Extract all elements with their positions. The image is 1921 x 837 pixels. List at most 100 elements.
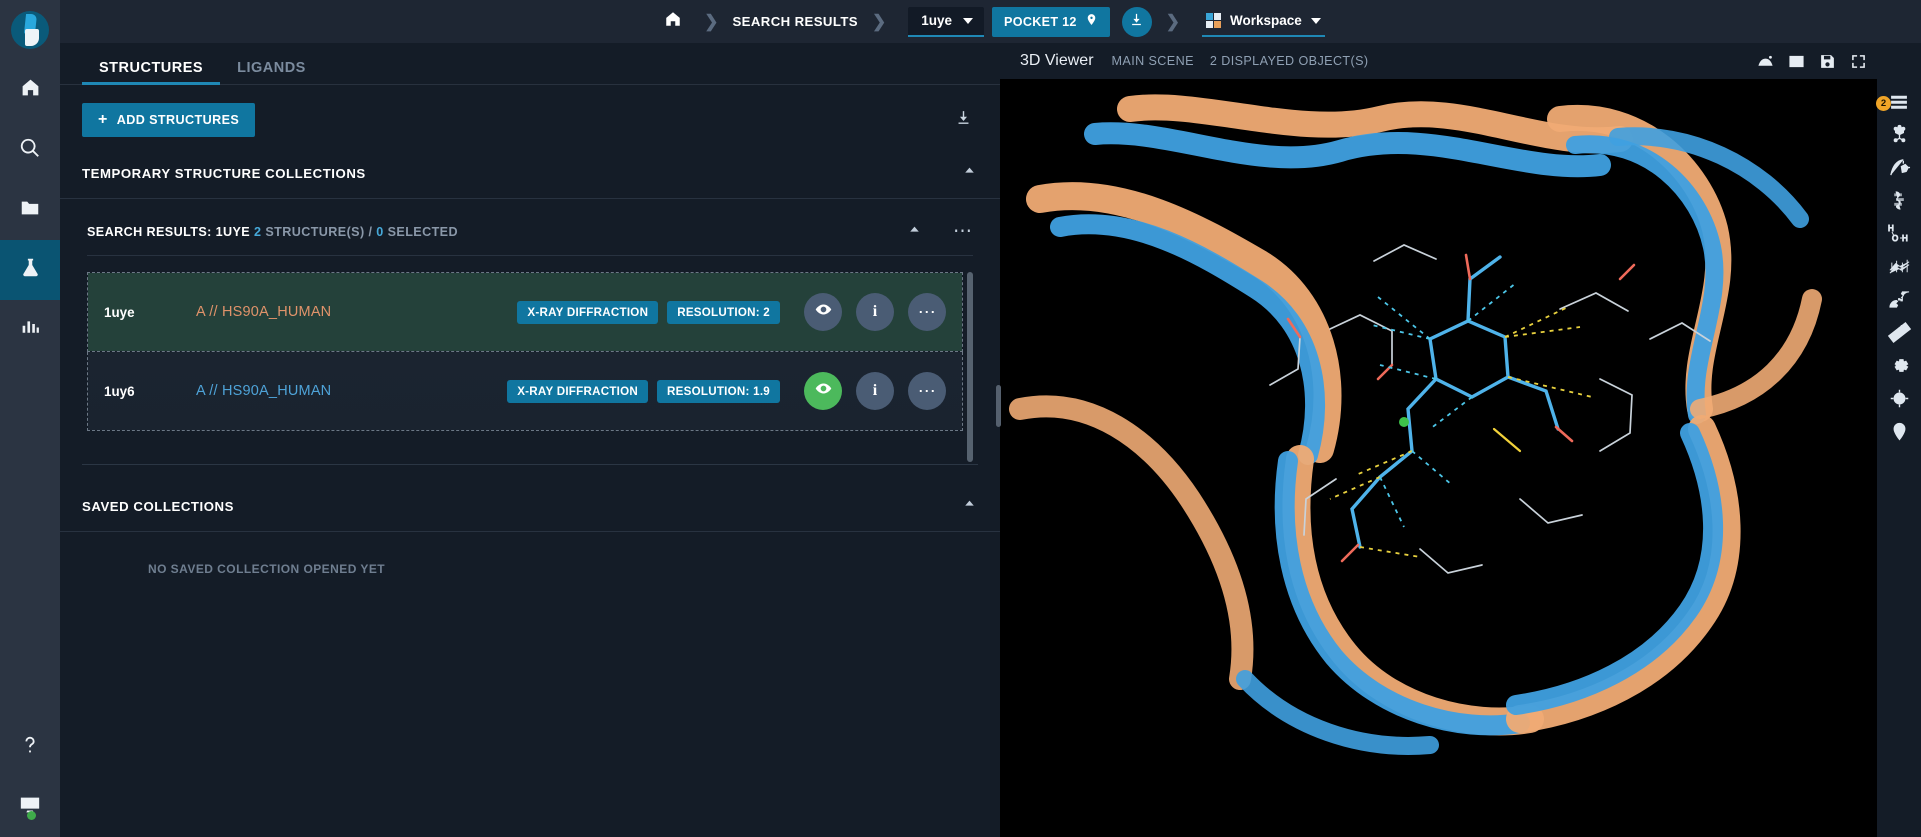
app-logo[interactable]	[0, 0, 60, 60]
chevron-down-icon	[1310, 17, 1321, 24]
tab-ligands-label: LIGANDS	[237, 60, 306, 76]
chevron-up-icon[interactable]	[906, 221, 923, 243]
tab-ligands[interactable]: LIGANDS	[220, 60, 323, 84]
left-navigation-rail	[0, 0, 60, 837]
molecule-canvas[interactable]	[1000, 79, 1921, 837]
status-badge: X-RAY DIFFRACTION	[517, 300, 659, 324]
workspace-label: Workspace	[1229, 13, 1302, 28]
toggle-visibility-button[interactable]	[804, 293, 842, 331]
panel-resize-handle[interactable]	[996, 385, 1001, 427]
svg-text:H: H	[1888, 224, 1894, 233]
rail-item-lab[interactable]	[0, 240, 60, 300]
chevron-down-icon	[963, 17, 974, 24]
protein-rendering	[1000, 79, 1921, 837]
page-title: 3D Viewer	[1020, 52, 1094, 69]
toggle-visibility-button[interactable]	[804, 372, 842, 410]
rail-item-projects[interactable]	[0, 180, 60, 240]
tab-structures-label: STRUCTURES	[99, 60, 204, 76]
panel-download-button[interactable]	[949, 103, 978, 137]
group-structure-count: 2	[254, 225, 262, 239]
group-structure-count-label: STRUCTURE(S) /	[265, 225, 373, 239]
info-button[interactable]: i	[856, 293, 894, 331]
viewer-header: 3D Viewer MAIN SCENE 2 DISPLAYED OBJECT(…	[1000, 43, 1921, 79]
water-hbond-icon[interactable]: H O H	[1877, 217, 1921, 250]
contacts-icon[interactable]	[1877, 283, 1921, 316]
structure-chain: A // HS90A_HUMAN	[196, 304, 332, 320]
structure-select-value: 1uye	[921, 13, 953, 28]
home-icon	[664, 10, 682, 33]
eye-icon	[815, 301, 832, 323]
download-button[interactable]	[1121, 6, 1152, 37]
viewer-scene-label: MAIN SCENE	[1111, 54, 1194, 68]
table-row-wrapper: 1uy6 A // HS90A_HUMAN X-RAY DIFFRACTION …	[87, 352, 963, 431]
rail-item-display[interactable]	[0, 777, 60, 837]
pocket-chip[interactable]: POCKET 12	[992, 6, 1110, 37]
chevron-up-icon[interactable]	[961, 162, 978, 184]
fullscreen-icon[interactable]	[1850, 53, 1867, 70]
breadcrumb-search-results[interactable]: SEARCH RESULTS	[732, 14, 858, 29]
eye-icon	[815, 380, 832, 402]
panel-actions-row: + ADD STRUCTURES	[60, 85, 1000, 137]
row-more-button[interactable]: ⋯	[908, 293, 946, 331]
breadcrumb-home-button[interactable]	[656, 7, 690, 37]
table-row[interactable]: 1uye A // HS90A_HUMAN X-RAY DIFFRACTION …	[88, 273, 962, 351]
add-structures-label: ADD STRUCTURES	[116, 113, 240, 127]
rail-item-home[interactable]	[0, 60, 60, 120]
ruler-icon[interactable]	[1877, 316, 1921, 349]
structure-badges: X-RAY DIFFRACTION RESOLUTION: 2	[517, 300, 780, 324]
rows-scrollbar[interactable]	[967, 272, 973, 462]
status-badge: RESOLUTION: 1.9	[657, 379, 780, 403]
breadcrumb-separator-icon: ❯	[704, 11, 719, 31]
pocket-pin-icon[interactable]	[1877, 415, 1921, 448]
structure-id: 1uy6	[104, 383, 135, 399]
workspace-select[interactable]: Workspace	[1201, 7, 1325, 37]
viewer-notification-badge: 2	[1876, 96, 1891, 111]
group-actions: ⋯	[906, 221, 973, 243]
ribbon-icon[interactable]	[1877, 184, 1921, 217]
group-title-text: SEARCH RESULTS: 1UYE	[87, 225, 251, 239]
structure-badges: X-RAY DIFFRACTION RESOLUTION: 1.9	[507, 379, 780, 403]
temporary-collections-title: TEMPORARY STRUCTURE COLLECTIONS	[82, 165, 366, 181]
viewer-header-actions	[1757, 53, 1921, 70]
info-button[interactable]: i	[856, 372, 894, 410]
surface-grid-icon[interactable]	[1877, 250, 1921, 283]
ellipsis-icon[interactable]: ⋯	[953, 222, 973, 241]
flask-icon	[20, 257, 41, 283]
download-icon	[955, 111, 972, 130]
status-badge: X-RAY DIFFRACTION	[507, 379, 649, 403]
add-structures-button[interactable]: + ADD STRUCTURES	[82, 103, 256, 137]
search-results-group: SEARCH RESULTS: 1UYE 2 STRUCTURE(S) / 0 …	[60, 199, 1000, 462]
group-selected-label: SELECTED	[387, 225, 458, 239]
table-row-wrapper: 1uye A // HS90A_HUMAN X-RAY DIFFRACTION …	[87, 272, 963, 352]
breadcrumb: ❯ SEARCH RESULTS ❯ 1uye POCKET 12 ❯ Work…	[656, 6, 1325, 37]
chevron-up-icon[interactable]	[961, 495, 978, 517]
row-more-button[interactable]: ⋯	[908, 372, 946, 410]
save-icon[interactable]	[1819, 53, 1836, 70]
image-export-icon[interactable]	[1788, 53, 1805, 70]
panel-tabs: STRUCTURES LIGANDS	[60, 43, 1000, 85]
application-root: ❯ SEARCH RESULTS ❯ 1uye POCKET 12 ❯ Work…	[0, 0, 1921, 837]
plus-icon: +	[98, 111, 108, 128]
ligand-interaction-icon[interactable]	[1877, 151, 1921, 184]
hide-surface-icon[interactable]	[1757, 53, 1774, 70]
molecule-icon[interactable]	[1877, 118, 1921, 151]
viewer-toolbar: 2 H O H	[1876, 79, 1921, 837]
panel-body: + ADD STRUCTURES TEMPORARY STRUCTURE COL…	[60, 85, 1000, 837]
target-icon[interactable]	[1877, 382, 1921, 415]
folder-icon	[19, 197, 41, 224]
gear-icon[interactable]	[1877, 349, 1921, 382]
tab-structures[interactable]: STRUCTURES	[82, 60, 221, 85]
structure-id: 1uye	[104, 304, 135, 320]
rail-item-analytics[interactable]	[0, 300, 60, 360]
saved-collections-empty-text: NO SAVED COLLECTION OPENED YET	[148, 562, 386, 576]
rail-item-search[interactable]	[0, 120, 60, 180]
table-row[interactable]: 1uy6 A // HS90A_HUMAN X-RAY DIFFRACTION …	[88, 352, 962, 430]
row-actions: i ⋯	[804, 293, 946, 331]
home-icon	[20, 77, 41, 103]
breadcrumb-separator-icon: ❯	[872, 11, 887, 31]
map-pin-icon	[1085, 12, 1098, 32]
help-icon	[19, 734, 41, 761]
info-icon: i	[872, 303, 878, 320]
structure-select[interactable]: 1uye	[908, 6, 985, 37]
rail-item-help[interactable]	[0, 717, 60, 777]
